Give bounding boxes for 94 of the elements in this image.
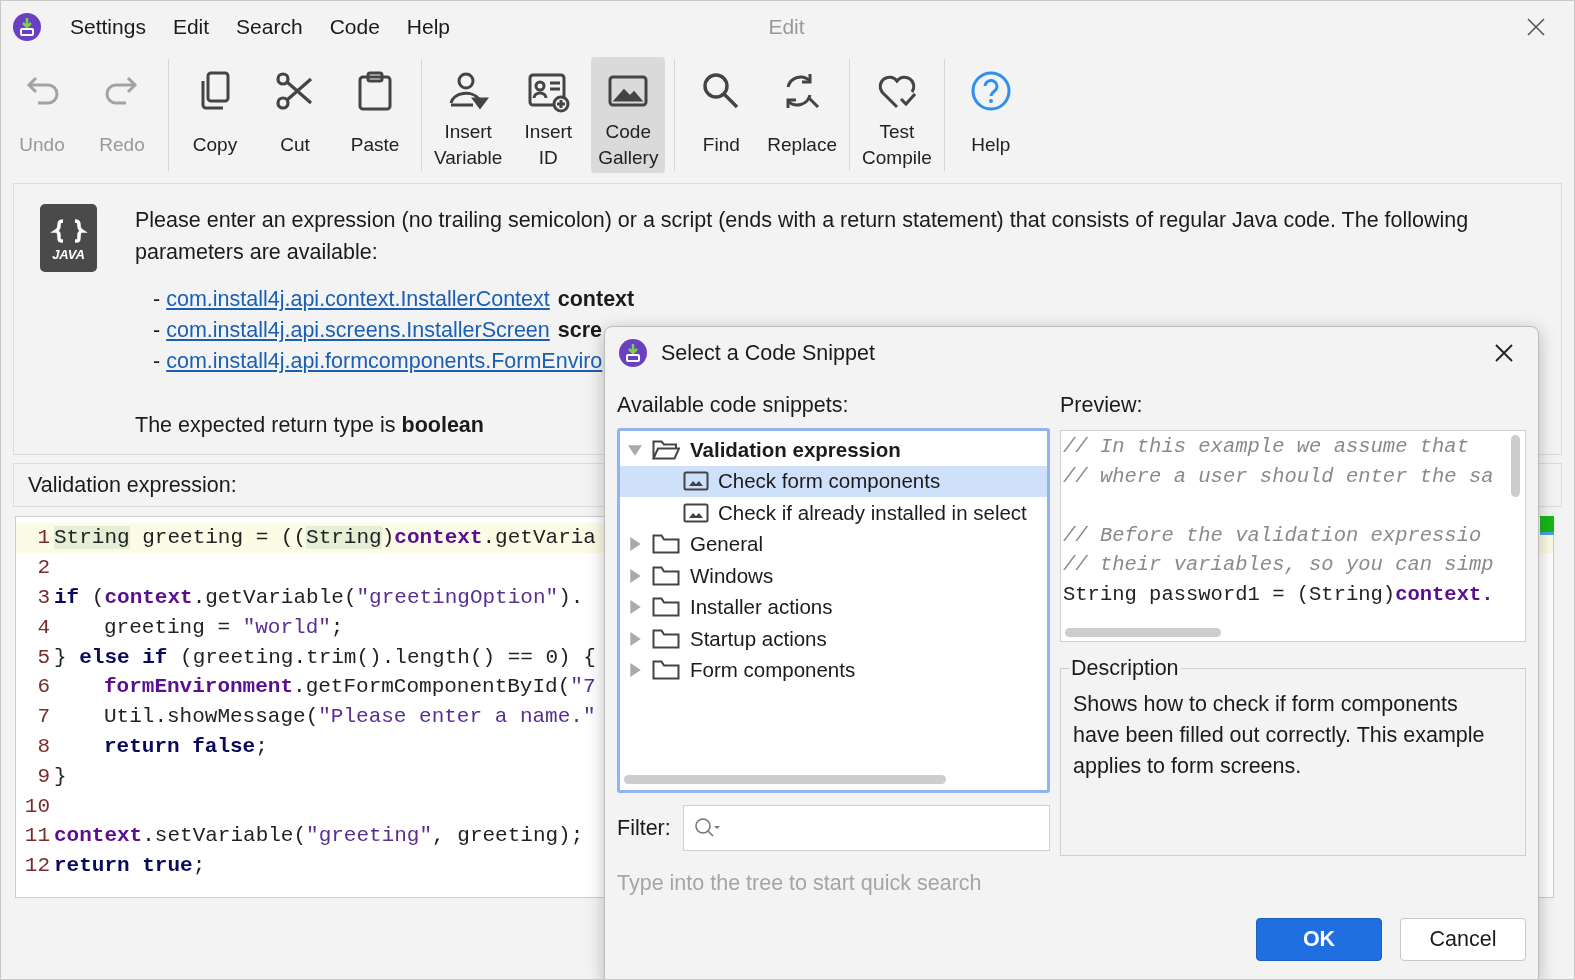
- code-line: return true;: [54, 854, 206, 878]
- dialog-title: Select a Code Snippet: [661, 340, 876, 366]
- java-logo-icon: JAVA: [40, 204, 97, 272]
- toolbar-button[interactable]: Insert ID: [511, 57, 586, 173]
- code-line: return false;: [103, 734, 268, 758]
- menu-item[interactable]: Settings: [70, 15, 146, 39]
- folder-icon: [652, 596, 680, 619]
- list-dash: -: [153, 286, 161, 313]
- tree-item[interactable]: Startup actions: [620, 623, 1047, 655]
- close-icon[interactable]: [1494, 343, 1514, 363]
- class-link[interactable]: com.install4j.api.formcomponents.FormEnviro: [166, 346, 603, 377]
- line-number: 11: [23, 824, 50, 848]
- window-title: Edit: [768, 15, 805, 39]
- app-logo-icon: [13, 13, 41, 41]
- toolbar-button[interactable]: Paste: [338, 57, 412, 173]
- folder-icon: [652, 564, 680, 587]
- group-title: Description: [1070, 656, 1180, 681]
- toolbar-button[interactable]: Copy: [178, 57, 252, 173]
- collapsed-arrow-icon[interactable]: [628, 631, 642, 646]
- code-line: }: [54, 764, 67, 788]
- tree-item[interactable]: Windows: [620, 560, 1047, 592]
- list-dash: -: [153, 348, 161, 375]
- expanded-arrow-icon[interactable]: [628, 442, 642, 457]
- filter-field[interactable]: [682, 805, 1050, 851]
- code-line: // Before the validation expressio: [1063, 523, 1482, 547]
- field-label: Available code snippets:: [617, 393, 850, 418]
- line-number: 4: [36, 615, 50, 639]
- toolbar-button[interactable]: Insert Variable: [431, 57, 506, 173]
- code-line: Util.showMessage("Please enter a name.": [103, 705, 596, 729]
- field-label: Filter:: [617, 815, 671, 841]
- tree-item[interactable]: Validation expression: [620, 434, 1047, 466]
- close-icon[interactable]: [1526, 17, 1546, 37]
- collapsed-arrow-icon[interactable]: [628, 537, 642, 552]
- menu-item[interactable]: Edit: [172, 15, 210, 39]
- search-icon: [693, 817, 722, 839]
- list-dash: -: [153, 317, 161, 344]
- folder-icon: [652, 627, 680, 650]
- code-line: if (context.getVariable("greetingOption").: [54, 586, 584, 609]
- scrollbar[interactable]: [624, 775, 946, 784]
- line-number: 9: [36, 764, 50, 788]
- code-line: // where a user should enter the sa: [1063, 464, 1494, 488]
- line-number: 7: [36, 705, 50, 729]
- toolbar-button[interactable]: Test Compile: [859, 57, 935, 173]
- ok-button[interactable]: OK: [1256, 918, 1382, 961]
- code-line: context.setVariable("greeting", greeting);: [54, 824, 584, 848]
- toolbar-button[interactable]: Help: [953, 57, 1028, 173]
- field-label: Preview:: [1060, 393, 1144, 418]
- scrollbar[interactable]: [1065, 628, 1221, 637]
- code-line: greeting = "world";: [103, 615, 344, 639]
- folder-icon: [652, 533, 680, 556]
- cancel-button[interactable]: Cancel: [1400, 918, 1526, 961]
- toolbar-button[interactable]: Replace: [764, 57, 840, 173]
- status-marker: [1540, 516, 1554, 535]
- description-text: Shows how to check if form components have been filled out correctly. This example applies to form screens.: [1073, 691, 1485, 780]
- collapsed-arrow-icon[interactable]: [628, 663, 642, 678]
- line-number: 3: [36, 586, 50, 609]
- toolbar-button[interactable]: Cut: [258, 57, 332, 173]
- tree-item[interactable]: General: [620, 528, 1047, 560]
- tree-item[interactable]: Check form components: [620, 465, 1047, 497]
- line-number: 1: [36, 526, 50, 550]
- menu-item[interactable]: Search: [236, 15, 303, 39]
- scrollbar[interactable]: [1511, 435, 1520, 497]
- code-line: formEnvironment.getFormComponentById("7: [103, 675, 596, 699]
- line-number: 2: [36, 556, 50, 580]
- collapsed-arrow-icon[interactable]: [628, 568, 642, 583]
- line-number: 10: [23, 794, 50, 818]
- hint-text: Type into the tree to start quick search: [617, 871, 983, 896]
- tree-item[interactable]: Installer actions: [620, 591, 1047, 623]
- app-logo-icon: [619, 339, 647, 367]
- description-text: Please enter an expression (no trailing semicolon) or a script (ends with a return statement) that consists of regular Java code. The following parameters are available:: [135, 207, 1470, 266]
- parameter-name: context: [557, 286, 635, 313]
- line-number: 8: [36, 734, 50, 758]
- folder-icon: [652, 659, 680, 682]
- code-line: // In this example we assume that: [1063, 435, 1469, 458]
- image-icon: [682, 501, 710, 524]
- line-number: 6: [36, 675, 50, 699]
- collapsed-arrow-icon[interactable]: [628, 600, 642, 615]
- return-type-text: The expected return type is boolean: [135, 412, 485, 439]
- class-link[interactable]: com.install4j.api.context.InstallerContext: [166, 284, 550, 315]
- open-folder-icon: [652, 438, 680, 461]
- toolbar-button[interactable]: Code Gallery: [591, 57, 666, 173]
- toolbar-button[interactable]: Find: [684, 57, 759, 173]
- line-number: 5: [36, 645, 50, 669]
- parameter-name: scre: [557, 317, 602, 344]
- code-line: String greeting = ((String)context.getVaria: [54, 526, 596, 550]
- line-number: 12: [23, 854, 50, 878]
- menu-item[interactable]: Code: [329, 15, 380, 39]
- class-link[interactable]: com.install4j.api.screens.InstallerScreen: [166, 315, 550, 346]
- code-line: } else if (greeting.trim().length() == 0) {: [54, 645, 596, 669]
- tree-item[interactable]: Form components: [620, 654, 1047, 686]
- image-icon: [682, 470, 710, 493]
- menu-item[interactable]: Help: [406, 15, 451, 39]
- code-line: String password1 = (String)context.: [1063, 582, 1494, 606]
- code-line: // their variables, so you can simp: [1063, 553, 1494, 577]
